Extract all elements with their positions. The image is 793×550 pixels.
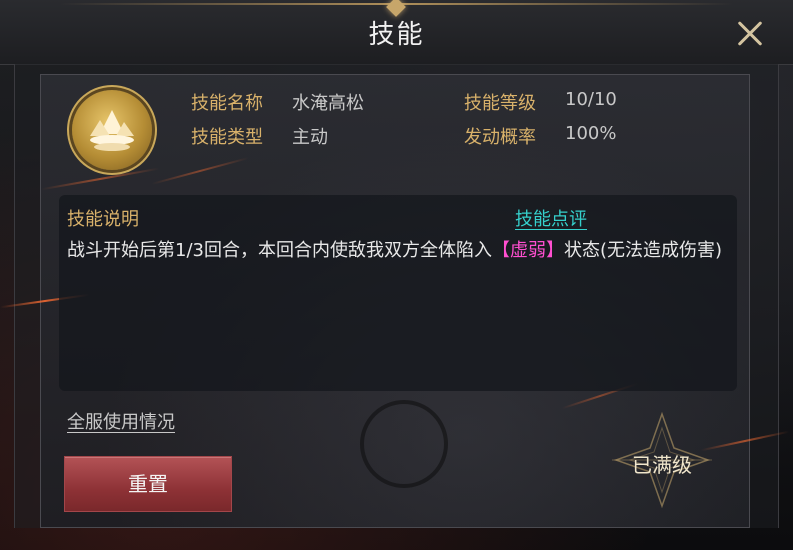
close-icon[interactable] [730, 14, 770, 54]
skill-name-label: 技能名称 [191, 93, 263, 114]
dialog-title: 技能 [368, 20, 425, 50]
description-text: 战斗开始后第1/3回合，本回合内使敌我双方全体陷入【虚弱】状态(无法造成伤害) [67, 238, 727, 264]
skill-level-value: 10/10 [565, 89, 617, 110]
skill-rate-value: 100% [565, 123, 617, 144]
background-wheel-decoration [360, 400, 448, 488]
skill-name-value: 水淹高松 [292, 93, 364, 114]
description-text-main: 战斗开始后第1/3回合，本回合内使敌我双方全体陷入 [67, 240, 492, 261]
skill-level-label: 技能等级 [464, 93, 536, 114]
dialog-header: 技能 [0, 0, 793, 65]
server-usage-link[interactable]: 全服使用情况 [67, 408, 175, 434]
skill-type-value: 主动 [292, 127, 328, 148]
skill-rate-label: 发动概率 [464, 127, 536, 148]
skill-dialog: 技能 技能名称 水淹高松 技能等级 10/10 技能类型 主动 发动概率 100… [0, 0, 793, 550]
mountain-mist-icon [72, 90, 152, 170]
description-box [59, 195, 737, 391]
status-keyword: 【虚弱】 [491, 240, 564, 261]
description-text-tail: 状态(无法造成伤害) [563, 240, 723, 261]
description-title: 技能说明 [67, 209, 139, 230]
skill-review-link[interactable]: 技能点评 [515, 205, 587, 231]
skill-type-label: 技能类型 [191, 127, 263, 148]
reset-button[interactable]: 重置 [64, 456, 232, 512]
maxed-level-label: 已满级 [632, 453, 692, 477]
